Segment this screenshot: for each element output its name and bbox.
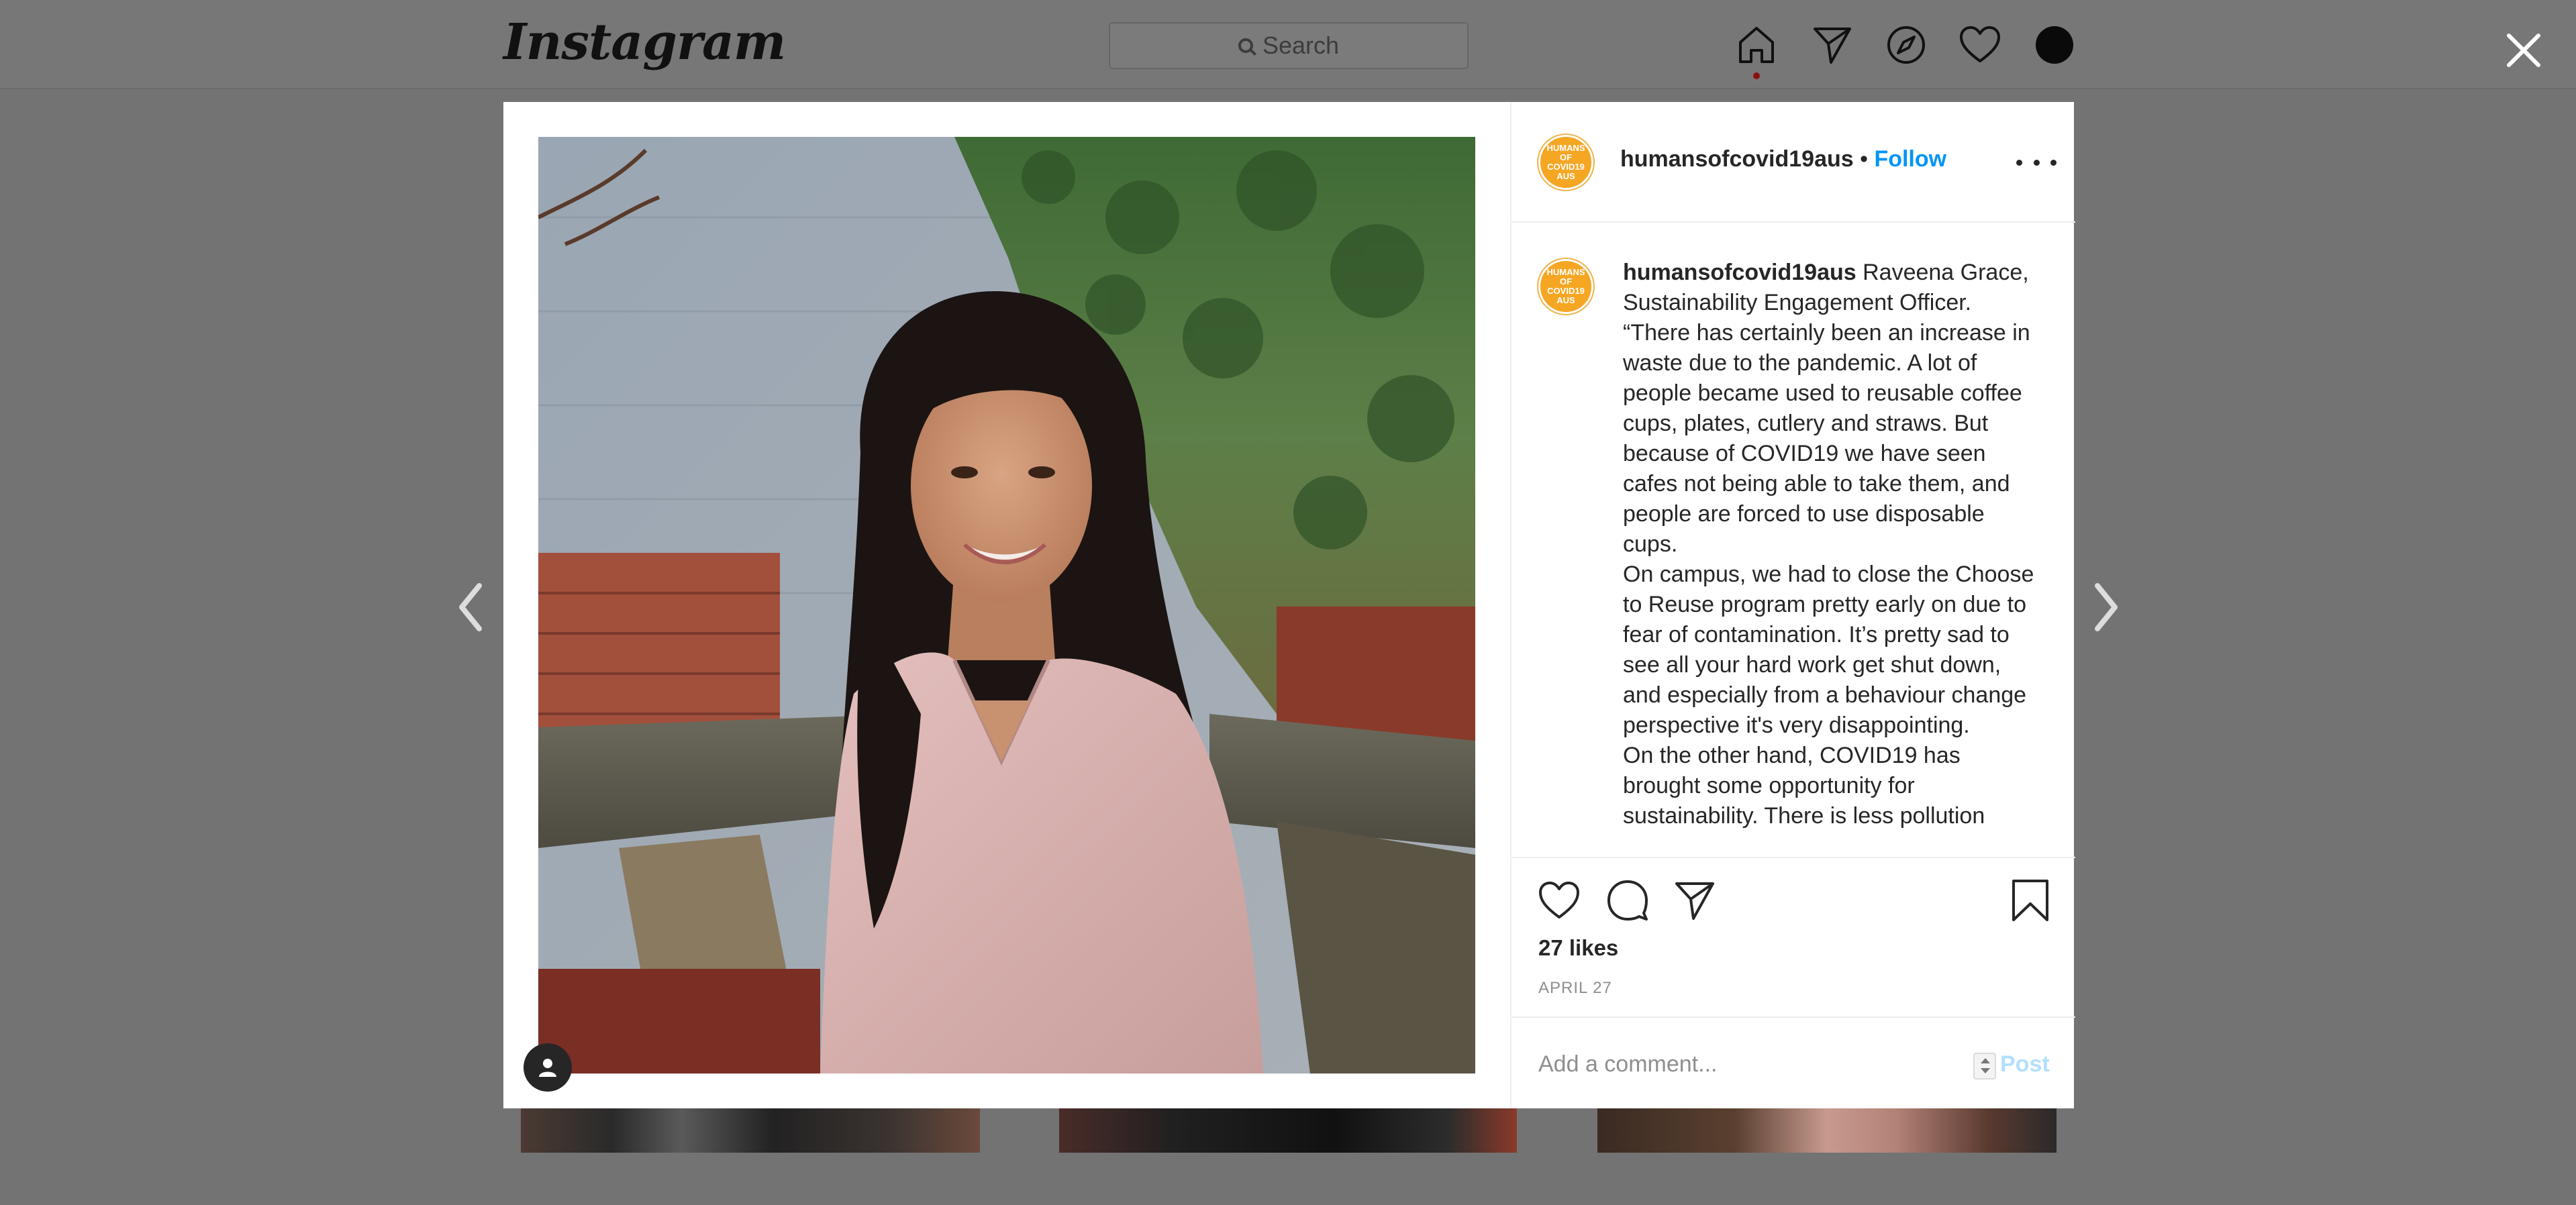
comment-input[interactable] (1537, 1041, 1967, 1088)
caption-paragraph: On the other hand, COVID19 has brought s… (1623, 743, 1985, 829)
post-caption: humansofcovid19aus Raveena Grace, Sustai… (1623, 258, 2039, 831)
avatar-text-line: AUS (1556, 295, 1575, 305)
bookmark-icon[interactable] (2008, 878, 2052, 923)
grid-thumbnail[interactable] (521, 1108, 980, 1153)
share-icon[interactable] (1673, 878, 1717, 923)
comment-stepper[interactable] (1973, 1053, 1996, 1080)
header-username[interactable]: humansofcovid19aus (1620, 146, 1854, 172)
avatar-text-line: COVID19 (1547, 286, 1585, 296)
caption-paragraph: On campus, we had to close the Choose to… (1623, 562, 2034, 738)
caption-username[interactable]: humansofcovid19aus (1623, 260, 1856, 285)
caption-avatar[interactable]: HUMANS OF COVID19 AUS (1538, 259, 1593, 314)
search-placeholder: Search (1262, 32, 1340, 59)
comment-bar: Post (1512, 1016, 2075, 1108)
search-box[interactable]: Search (1109, 22, 1469, 69)
avatar-text-line: COVID19 (1547, 162, 1585, 172)
caption-paragraph: humansofcovid19aus Raveena Grace, Sustai… (1623, 258, 2039, 560)
top-nav-bar: Instagram Search (0, 0, 2576, 89)
direct-icon[interactable] (1811, 23, 1854, 66)
more-icon[interactable] (2016, 149, 2057, 176)
comment-icon[interactable] (1605, 878, 1650, 923)
profile-avatar[interactable] (2036, 26, 2073, 64)
instagram-logo[interactable]: Instagram (503, 13, 786, 71)
tag-user-icon[interactable] (524, 1043, 572, 1092)
caption-scroll-area[interactable]: HUMANS OF COVID19 AUS humansofcovid19aus… (1512, 223, 2075, 857)
follow-button[interactable]: Follow (1874, 146, 1946, 172)
grid-thumbnail[interactable] (1059, 1108, 1517, 1153)
search-icon (1238, 38, 1253, 53)
post-photo-illustration (538, 137, 1475, 1073)
more-dot (2033, 159, 2040, 166)
photo-area (503, 102, 1510, 1108)
grid-thumbnail[interactable] (1597, 1108, 2057, 1153)
post-comment-button[interactable]: Post (2000, 1051, 2050, 1078)
post-actions: 27 likes APRIL 27 (1512, 857, 2075, 1016)
header-separator: • (1853, 146, 1875, 172)
avatar-text-line: HUMANS OF (1546, 267, 1585, 286)
post-photo[interactable] (538, 137, 1475, 1073)
avatar-text-line: AUS (1556, 171, 1575, 181)
likes-count[interactable]: 27 likes (1538, 935, 1618, 961)
header-username-line: humansofcovid19aus • Follow (1620, 146, 1946, 172)
post-header: HUMANS OF COVID19 AUS humansofcovid19aus… (1512, 102, 2075, 223)
post-modal: HUMANS OF COVID19 AUS humansofcovid19aus… (503, 102, 2075, 1108)
chevron-right-icon[interactable] (2089, 580, 2123, 634)
post-sidebar: HUMANS OF COVID19 AUS humansofcovid19aus… (1510, 102, 2075, 1108)
avatar-text-line: HUMANS OF (1546, 143, 1585, 162)
heart-icon[interactable] (1959, 23, 2001, 66)
stage: Instagram Search HUMANS OF COVID19 AUS h… (0, 0, 2576, 1205)
close-icon[interactable] (2504, 30, 2544, 70)
more-dot (2016, 159, 2022, 166)
chevron-left-icon[interactable] (454, 580, 487, 634)
home-icon[interactable] (1735, 23, 1778, 66)
caption-text: Raveena Grace, Sustainability Engagement… (1623, 260, 2030, 557)
account-avatar[interactable]: HUMANS OF COVID19 AUS (1538, 135, 1593, 190)
notification-dot (1753, 72, 1760, 79)
more-dot (2050, 159, 2057, 166)
explore-icon[interactable] (1885, 23, 1928, 66)
like-icon[interactable] (1537, 878, 1581, 923)
post-date: APRIL 27 (1538, 979, 1612, 997)
